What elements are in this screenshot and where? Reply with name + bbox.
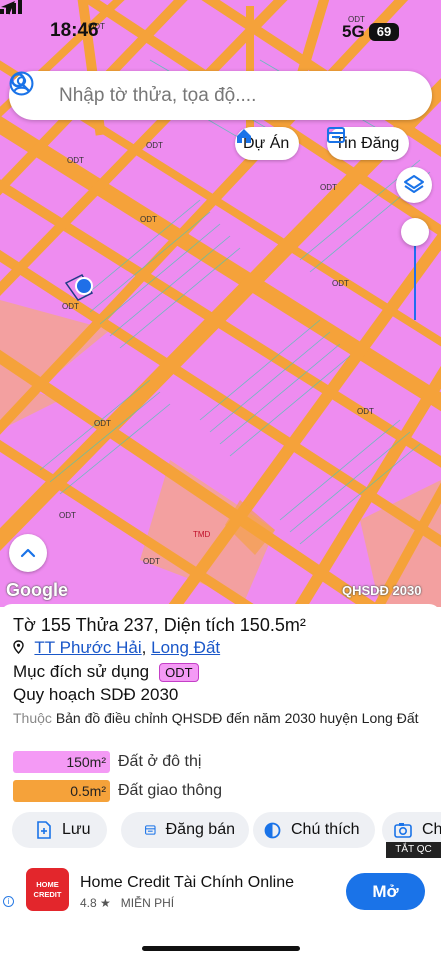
save-button[interactable]: Lưu	[12, 812, 107, 848]
search-bar[interactable]	[9, 71, 432, 120]
legend-row-road: 0.5m² Đất giao thông	[13, 780, 222, 802]
projects-button[interactable]: Dự Án	[235, 127, 300, 160]
ad-rating: 4.8 ★	[80, 896, 111, 910]
legend-label-road: Đất giao thông	[118, 782, 223, 799]
search-icon[interactable]	[9, 71, 31, 93]
listing-icon	[327, 127, 345, 143]
save-label: Lưu	[62, 821, 91, 838]
status-time: 18:46	[50, 20, 99, 41]
parcel-location: TT Phước Hải, Long Đất	[13, 638, 220, 658]
zone-label: ODT	[320, 183, 337, 192]
legend-label-residential: Đất ở đô thị	[118, 753, 202, 770]
land-purpose-row: Mục đích sử dụng ODT	[13, 662, 199, 682]
signal-icon	[0, 0, 22, 14]
zone-label: ODT	[332, 279, 349, 288]
layers-button[interactable]	[396, 167, 432, 203]
chevron-up-icon	[20, 548, 36, 558]
hide-ad-button[interactable]: TẮT QC	[386, 842, 441, 858]
belongs-label: Thuộc	[13, 710, 52, 726]
opacity-slider-handle[interactable]	[401, 218, 429, 246]
ad-meta: 4.8 ★ MIỄN PHÍ	[80, 896, 174, 910]
network-type: 5G	[342, 22, 365, 41]
layers-icon	[404, 175, 424, 193]
zone-label: ODT	[67, 156, 84, 165]
purpose-badge: ODT	[159, 662, 199, 682]
legend-bar-road: 0.5m²	[13, 780, 110, 802]
home-indicator[interactable]	[142, 946, 300, 951]
camera-icon	[394, 823, 412, 838]
post-sale-label: Đăng bán	[165, 821, 235, 838]
listing-icon	[145, 825, 156, 835]
action-bar: Lưu Đăng bán Chú thích Ch	[12, 812, 441, 848]
ad-info-icon[interactable]: i	[3, 896, 14, 907]
plan-title: Quy hoạch SDĐ 2030	[13, 685, 179, 704]
battery-icon: 69	[369, 23, 399, 41]
google-attribution: Google	[6, 580, 68, 600]
zone-label: ODT	[62, 302, 79, 311]
zone-label: ODT	[143, 557, 160, 566]
legend-button[interactable]: Chú thích	[253, 812, 375, 848]
legend-row-residential: 150m² Đất ở đô thị	[13, 751, 201, 773]
ad-title: Home Credit Tài Chính Online	[80, 874, 295, 891]
zone-label: ODT	[59, 511, 76, 520]
legend-label: Chú thích	[291, 821, 360, 838]
plot-number: 237	[123, 615, 154, 635]
ad-price: MIỄN PHÍ	[120, 896, 175, 910]
area-value: 150.5m²	[239, 615, 306, 635]
ad-open-button[interactable]: Mở	[346, 873, 425, 910]
zone-label: ODT	[94, 419, 111, 428]
town-link[interactable]: TT Phước Hải	[34, 638, 141, 657]
ad-banner[interactable]: i HOME CREDIT Home Credit Tài Chính Onli…	[0, 858, 441, 924]
district-link[interactable]: Long Đất	[151, 638, 220, 657]
sheet-label: Tờ	[13, 615, 36, 635]
zone-label: ODT	[146, 141, 163, 150]
search-input[interactable]	[59, 81, 379, 111]
save-icon	[37, 821, 51, 839]
current-location-icon	[77, 279, 91, 293]
sheet-number: 155	[40, 615, 71, 635]
map-layer-tag: QHSDĐ 2030	[342, 583, 422, 598]
plot-label: Thửa	[75, 615, 119, 635]
ad-logo: HOME CREDIT	[26, 868, 69, 911]
photo-label: Ch	[422, 821, 441, 838]
plan-source: Thuộc Bản đồ điều chỉnh QHSDĐ đến năm 20…	[13, 708, 433, 728]
legend-bar-residential: 150m²	[13, 751, 110, 773]
status-bar: 18:46 5G 69	[0, 0, 441, 62]
listings-button[interactable]: Tin Đăng	[327, 127, 410, 160]
zone-label: TMD	[193, 530, 211, 539]
home-icon	[237, 129, 251, 143]
zone-label: ODT	[140, 215, 157, 224]
map-view[interactable]: ODT ODT ODT ODT ODT ODT ODT ODT ODT ODT …	[0, 0, 441, 607]
post-sale-button[interactable]: Đăng bán	[121, 812, 249, 848]
belongs-value: Bản đồ điều chỉnh QHSDĐ đến năm 2030 huy…	[55, 710, 419, 726]
purpose-label: Mục đích sử dụng	[13, 662, 150, 681]
zone-label: ODT	[357, 407, 374, 416]
parcel-heading: Tờ 155 Thửa 237, Diện tích 150.5m²	[13, 615, 306, 635]
map-pin-icon	[13, 640, 24, 654]
expand-panel-button[interactable]	[9, 534, 47, 572]
contrast-icon	[264, 822, 281, 838]
area-label: Diện tích	[163, 615, 235, 635]
